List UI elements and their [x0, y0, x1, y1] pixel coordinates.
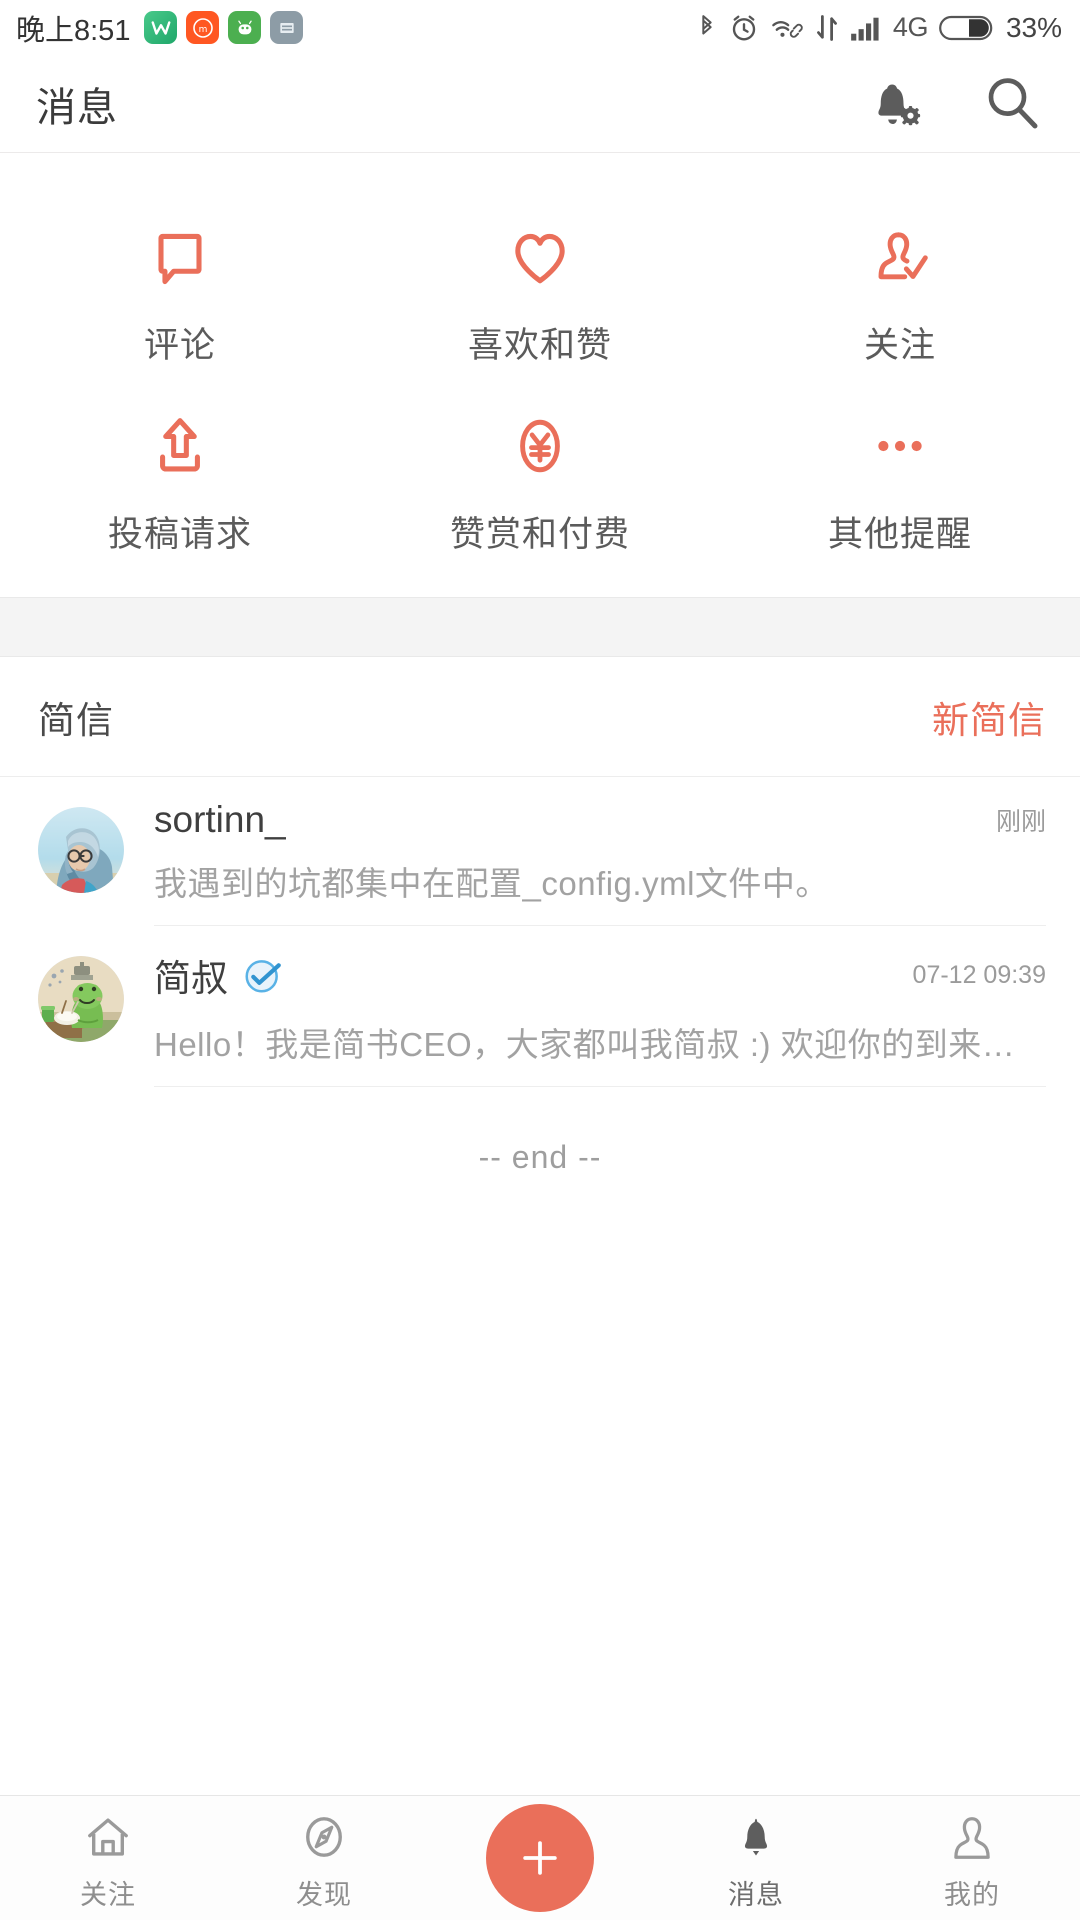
- content-filler: [0, 1176, 1080, 1795]
- tab-create[interactable]: [432, 1796, 648, 1920]
- message-preview: 我遇到的坑都集中在配置_config.yml文件中。: [154, 865, 829, 902]
- status-indicators: 4G 33%: [696, 12, 1062, 44]
- grid-item-likes[interactable]: 喜欢和赞: [360, 193, 720, 382]
- battery-icon: [939, 14, 993, 42]
- notification-category-grid: 评论 喜欢和赞 关注 投稿请求 赞赏和付费 其他提醒: [0, 153, 1080, 597]
- signal-bars-icon: [850, 14, 882, 42]
- tab-following[interactable]: 关注: [0, 1796, 216, 1920]
- wallet-app-icon: [144, 11, 178, 44]
- messages-screen: 晚上8:51 m 4G 33% 消息 评论 喜欢和赞 关注 投稿请求 赞赏和付费…: [0, 0, 1080, 1920]
- heart-icon: [502, 215, 578, 299]
- network-type-label: 4G: [892, 12, 929, 42]
- file-app-icon: [270, 11, 304, 44]
- grid-item-label: 关注: [863, 326, 936, 365]
- tab-messages[interactable]: 消息: [648, 1796, 864, 1920]
- compass-icon: [298, 1811, 350, 1863]
- yen-reward-icon: [502, 404, 578, 488]
- wifi-icon: [770, 14, 804, 42]
- status-app-icons: m: [144, 11, 304, 44]
- follow-user-icon: [862, 215, 938, 299]
- letters-list: sortinn_ 刚刚 我遇到的坑都集中在配置_config.yml文件中。 简…: [0, 777, 1080, 1176]
- letters-section-header: 简信 新简信: [0, 657, 1080, 777]
- person-icon: [946, 1811, 998, 1863]
- verified-badge-icon: [242, 954, 284, 996]
- grid-item-comments[interactable]: 评论: [0, 193, 360, 382]
- message-body: sortinn_ 刚刚 我遇到的坑都集中在配置_config.yml文件中。: [154, 799, 1046, 926]
- status-time: 晚上8:51: [16, 14, 131, 47]
- message-timestamp: 刚刚: [995, 808, 1046, 836]
- search-icon[interactable]: [980, 71, 1046, 137]
- letters-section-title: 简信: [38, 699, 114, 741]
- tab-discover[interactable]: 发现: [216, 1796, 432, 1920]
- android-app-icon: [228, 11, 262, 44]
- page-title: 消息: [36, 85, 118, 130]
- header-actions: [858, 69, 1046, 139]
- message-timestamp: 07-12 09:39: [912, 960, 1046, 989]
- data-transfer-icon: [815, 13, 839, 43]
- list-item[interactable]: 简叔 07-12 09:39 Hello！我是简书CEO，大家都叫我简叔 :) …: [0, 926, 1080, 1087]
- tab-label: 消息: [728, 1879, 784, 1910]
- grid-item-label: 喜欢和赞: [467, 326, 612, 365]
- home-icon: [82, 1811, 134, 1863]
- battery-percent-label: 33%: [1005, 11, 1062, 43]
- grid-item-submissions[interactable]: 投稿请求: [0, 382, 360, 571]
- upload-submission-icon: [142, 404, 218, 488]
- status-bar: 晚上8:51 m 4G 33%: [0, 0, 1080, 55]
- alarm-icon: [729, 13, 759, 43]
- grid-item-label: 其他提醒: [827, 515, 972, 554]
- list-end-marker: -- end --: [478, 1139, 602, 1175]
- list-item[interactable]: sortinn_ 刚刚 我遇到的坑都集中在配置_config.yml文件中。: [0, 777, 1080, 926]
- grid-item-rewards[interactable]: 赞赏和付费: [360, 382, 720, 571]
- notification-settings-icon[interactable]: [858, 69, 928, 139]
- avatar-photo-hoodie[interactable]: [38, 807, 124, 893]
- comment-icon: [142, 215, 218, 299]
- grid-row-2: 投稿请求 赞赏和付费 其他提醒: [0, 382, 1080, 571]
- message-preview: Hello！我是简书CEO，大家都叫我简叔 :) 欢迎你的到来，成…: [154, 1026, 1046, 1063]
- tab-label: 我的: [944, 1879, 1000, 1910]
- sender-name: sortinn_: [154, 799, 286, 840]
- tab-profile[interactable]: 我的: [864, 1796, 1080, 1920]
- avatar-frog-illustration[interactable]: [38, 956, 124, 1042]
- bell-icon: [730, 1811, 782, 1863]
- section-divider-band: [0, 597, 1080, 657]
- bluetooth-icon: [696, 13, 718, 43]
- ellipsis-icon: [862, 404, 938, 488]
- grid-item-other[interactable]: 其他提醒: [720, 382, 1080, 571]
- svg-text:m: m: [199, 25, 208, 35]
- message-top-row: sortinn_ 刚刚: [154, 799, 1046, 841]
- new-letter-button[interactable]: 新简信: [932, 690, 1046, 744]
- tab-label: 关注: [80, 1879, 136, 1910]
- sender-name: 简叔: [154, 958, 228, 999]
- mi-app-icon: m: [186, 11, 220, 44]
- message-top-row: 简叔 07-12 09:39: [154, 948, 1046, 1002]
- message-body: 简叔 07-12 09:39 Hello！我是简书CEO，大家都叫我简叔 :) …: [154, 948, 1046, 1087]
- grid-row-1: 评论 喜欢和赞 关注: [0, 193, 1080, 382]
- app-header: 消息: [0, 55, 1080, 153]
- tab-label: 发现: [296, 1879, 352, 1910]
- grid-item-label: 投稿请求: [107, 515, 252, 554]
- plus-icon[interactable]: [486, 1804, 594, 1912]
- grid-item-label: 赞赏和付费: [449, 515, 630, 554]
- grid-item-label: 评论: [143, 326, 216, 365]
- grid-item-follows[interactable]: 关注: [720, 193, 1080, 382]
- bottom-navigation: 关注 发现 消息 我的: [0, 1795, 1080, 1920]
